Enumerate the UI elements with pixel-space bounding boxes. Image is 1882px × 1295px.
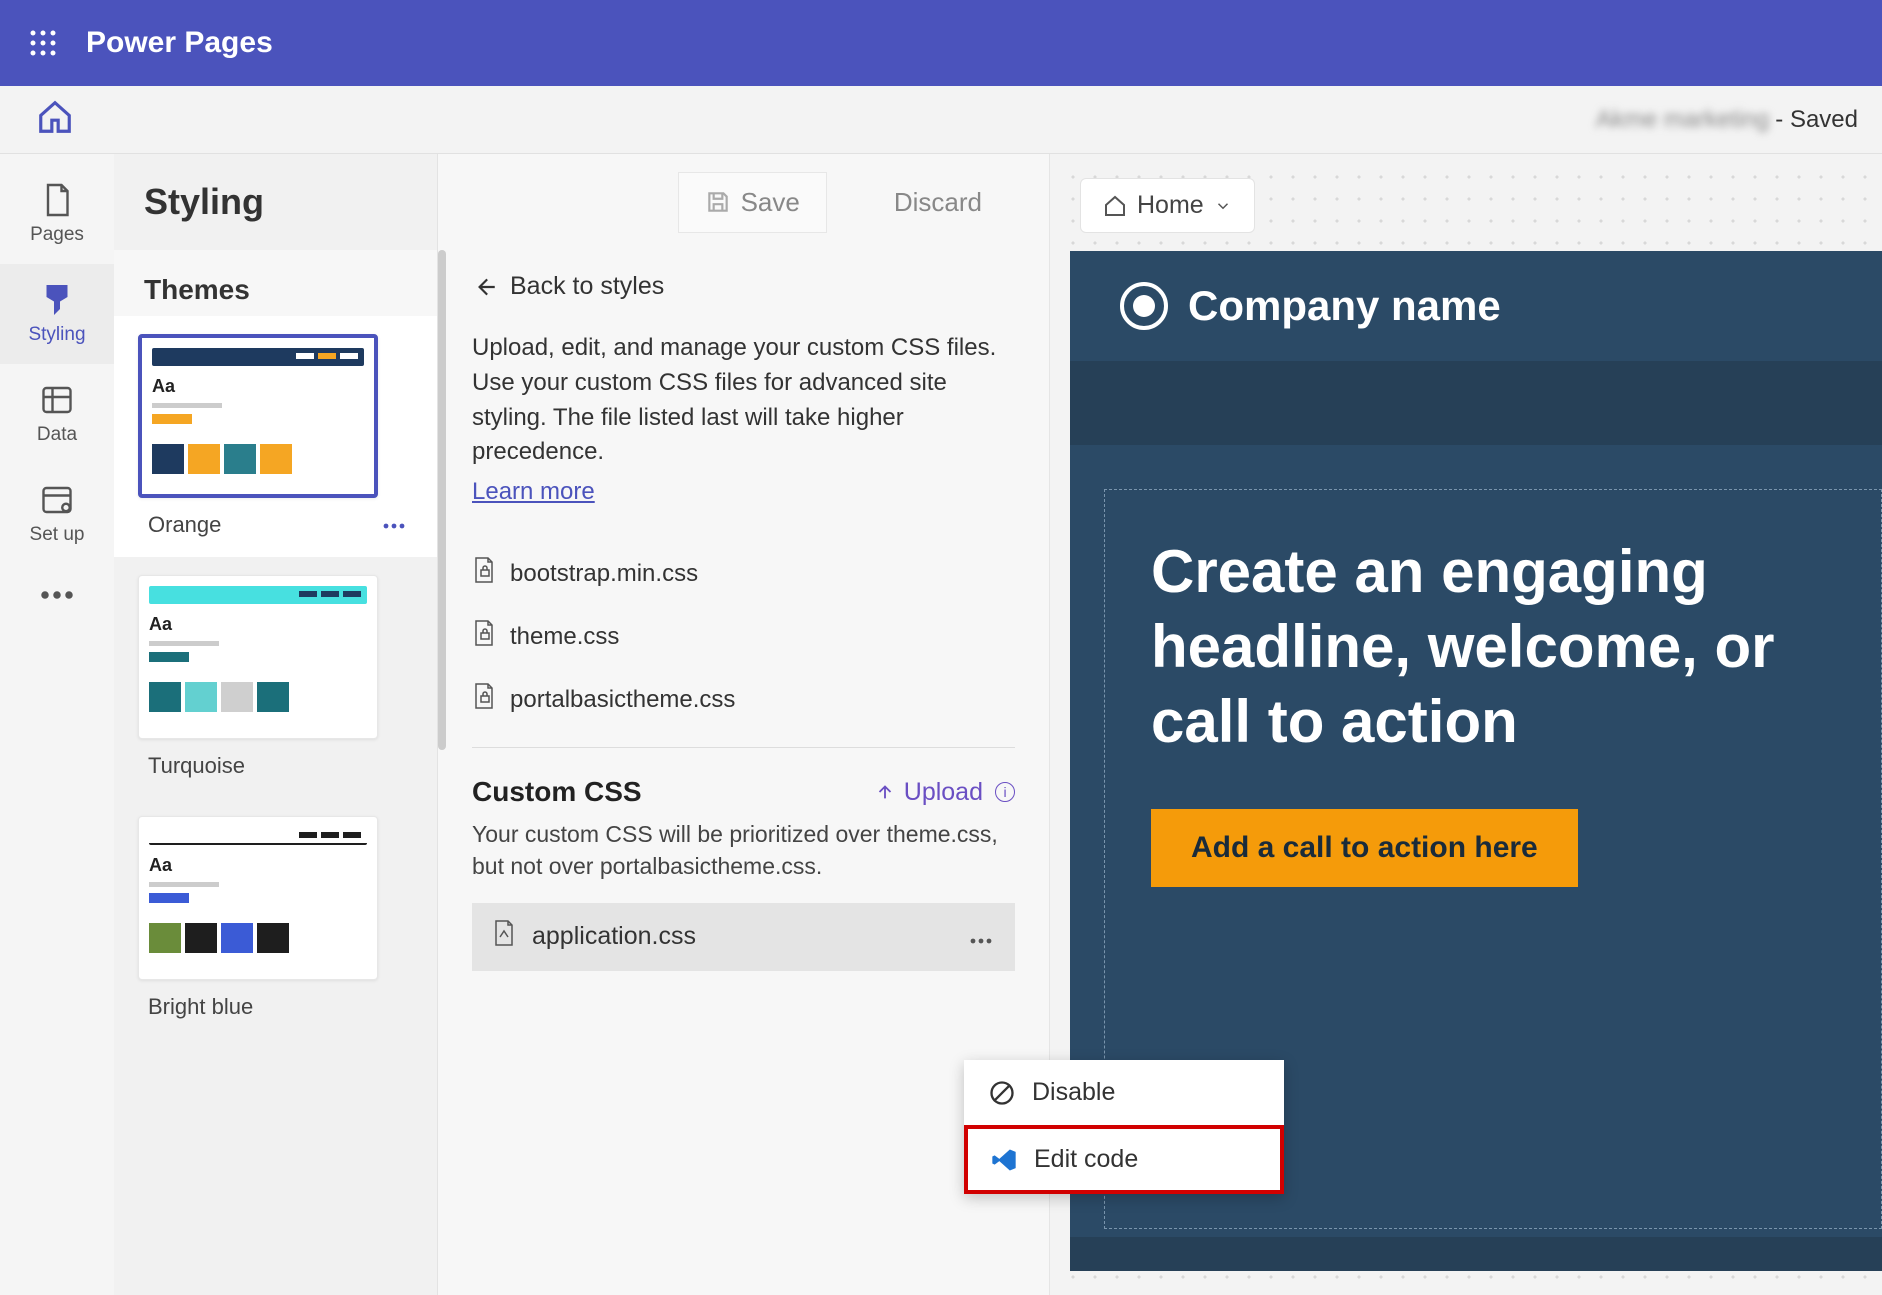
- nav-setup[interactable]: Set up: [0, 464, 114, 564]
- upload-button[interactable]: Upload i: [874, 778, 1015, 807]
- home-icon[interactable]: [36, 98, 74, 141]
- menu-label: Edit code: [1034, 1145, 1138, 1174]
- lock-file-icon: [472, 682, 496, 717]
- nav-more[interactable]: [0, 564, 114, 632]
- file-name: portalbasictheme.css: [510, 686, 735, 714]
- themes-heading: Themes: [114, 250, 437, 316]
- nav-label: Set up: [30, 524, 85, 546]
- file-name: bootstrap.min.css: [510, 560, 698, 588]
- css-file-icon: [492, 919, 516, 954]
- css-description: Upload, edit, and manage your custom CSS…: [472, 331, 1015, 470]
- theme-name: Turquoise: [148, 753, 245, 779]
- site-name: Akme marketing: [1596, 106, 1769, 134]
- theme-name: Orange: [148, 512, 221, 538]
- context-menu: Disable Edit code: [964, 1060, 1284, 1194]
- disable-icon: [988, 1079, 1016, 1107]
- lock-file-icon: [472, 556, 496, 591]
- menu-label: Disable: [1032, 1078, 1115, 1107]
- learn-more-link[interactable]: Learn more: [472, 478, 595, 506]
- app-title: Power Pages: [86, 26, 273, 60]
- left-rail: Pages Styling Data Set up: [0, 154, 114, 1295]
- scrollbar[interactable]: [438, 250, 446, 750]
- save-label: Save: [741, 187, 800, 218]
- nav-label: Data: [37, 424, 77, 446]
- back-to-styles[interactable]: Back to styles: [472, 272, 1015, 301]
- global-header: Power Pages: [0, 0, 1882, 86]
- theme-card-orange[interactable]: Aa Orange: [114, 316, 437, 557]
- theme-thumbnail: Aa: [138, 334, 378, 498]
- theme-name: Bright blue: [148, 994, 253, 1020]
- theme-more-icon[interactable]: [381, 516, 407, 534]
- hero-headline: Create an engaging headline, welcome, or…: [1151, 534, 1791, 759]
- theme-card-bright-blue[interactable]: Aa Bright blue: [114, 798, 437, 1039]
- nav-pages[interactable]: Pages: [0, 164, 114, 264]
- nav-label: Styling: [28, 324, 85, 346]
- system-file-row: portalbasictheme.css: [472, 668, 1015, 731]
- lock-file-icon: [472, 619, 496, 654]
- system-file-row: theme.css: [472, 605, 1015, 668]
- file-name: application.css: [532, 922, 696, 951]
- css-panel: Save Discard Back to styles Upload, edit…: [438, 154, 1050, 1295]
- menu-edit-code[interactable]: Edit code: [964, 1125, 1284, 1194]
- hero-cta-button[interactable]: Add a call to action here: [1151, 809, 1578, 887]
- info-icon[interactable]: i: [995, 782, 1015, 802]
- page-toolbar: Akme marketing - Saved: [0, 86, 1882, 154]
- styling-title: Styling: [144, 181, 264, 223]
- company-name: Company name: [1188, 282, 1501, 330]
- system-file-row: bootstrap.min.css: [472, 542, 1015, 605]
- nav-data[interactable]: Data: [0, 364, 114, 464]
- discard-label: Discard: [894, 187, 982, 218]
- upload-label: Upload: [904, 778, 983, 807]
- menu-disable[interactable]: Disable: [964, 1060, 1284, 1125]
- theme-thumbnail: Aa: [138, 816, 378, 980]
- custom-file-row[interactable]: application.css: [472, 903, 1015, 971]
- back-label: Back to styles: [510, 272, 664, 301]
- logo-icon: [1120, 282, 1168, 330]
- breadcrumb-home[interactable]: Home: [1080, 178, 1255, 233]
- save-button[interactable]: Save: [678, 172, 827, 233]
- vscode-icon: [990, 1146, 1018, 1174]
- custom-css-note: Your custom CSS will be prioritized over…: [472, 818, 1015, 882]
- themes-panel: Styling Themes Aa: [114, 154, 438, 1295]
- theme-card-turquoise[interactable]: Aa Turquoise: [114, 557, 437, 798]
- save-status: - Saved: [1775, 106, 1858, 134]
- crumb-label: Home: [1137, 191, 1204, 220]
- waffle-icon[interactable]: [0, 28, 86, 58]
- theme-thumbnail: Aa: [138, 575, 378, 739]
- nav-label: Pages: [30, 224, 84, 246]
- file-more-icon[interactable]: [967, 922, 995, 951]
- chevron-down-icon: [1214, 197, 1232, 215]
- nav-styling[interactable]: Styling: [0, 264, 114, 364]
- custom-css-heading: Custom CSS: [472, 776, 642, 808]
- discard-button[interactable]: Discard: [867, 172, 1009, 233]
- file-name: theme.css: [510, 623, 619, 651]
